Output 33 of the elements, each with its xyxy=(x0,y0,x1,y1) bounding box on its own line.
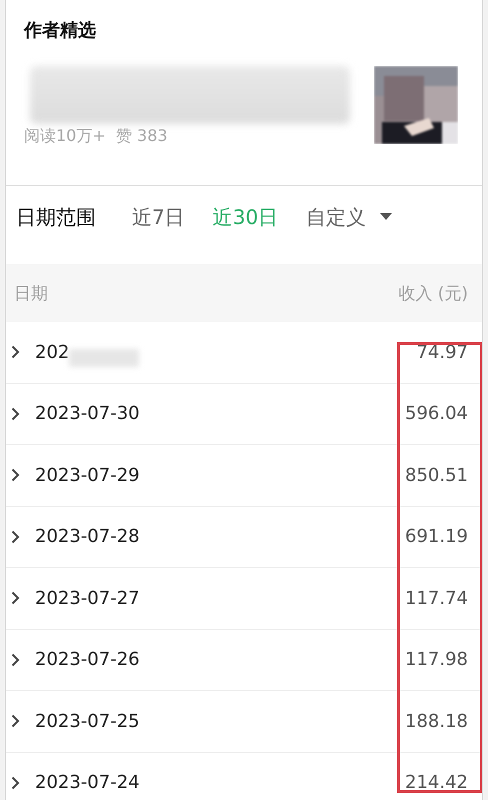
income-cell: 117.74 xyxy=(405,588,468,609)
chevron-right-icon[interactable] xyxy=(11,714,20,728)
date-cell: 2023-07-30 xyxy=(35,403,140,424)
chevron-right-icon[interactable] xyxy=(11,406,20,421)
date-cell: 2023-07-26 xyxy=(35,649,140,670)
range-tab[interactable]: 近7日 xyxy=(122,204,195,230)
column-header: 日期 xyxy=(14,282,48,304)
range-label: 日期范围 xyxy=(16,204,96,230)
chevron-right-icon[interactable] xyxy=(11,345,20,360)
income-cell: 214.42 xyxy=(405,772,468,794)
chevron-right-icon[interactable] xyxy=(11,652,20,667)
income-cell: 691.19 xyxy=(405,526,468,548)
section-title: 作者精选 xyxy=(24,19,97,42)
chevron-right-icon[interactable] xyxy=(11,530,20,544)
chevron-right-icon[interactable] xyxy=(11,468,20,482)
income-cell: 117.98 xyxy=(405,649,468,670)
date-cell: 2023-07-28 xyxy=(35,526,140,548)
income-cell: 850.51 xyxy=(405,464,468,486)
chevron-right-icon[interactable] xyxy=(11,776,20,790)
redaction-blur xyxy=(69,349,140,368)
chevron-right-icon[interactable] xyxy=(11,591,20,606)
caret-icon xyxy=(380,213,392,221)
date-cell: 2023-07-24 xyxy=(35,772,140,794)
column-header: 收入 (元) xyxy=(398,282,468,304)
date-cell: 202 xyxy=(35,342,70,363)
range-tab[interactable]: 自定义 xyxy=(296,204,402,230)
income-cell: 188.18 xyxy=(405,710,468,732)
article-stats: 阅读10万+ 赞 383 xyxy=(24,126,169,147)
date-cell: 2023-07-25 xyxy=(35,710,140,732)
date-cell: 2023-07-29 xyxy=(35,464,140,486)
date-cell: 2023-07-27 xyxy=(35,588,140,609)
income-cell: 74.97 xyxy=(416,342,468,363)
income-cell: 596.04 xyxy=(405,403,468,424)
